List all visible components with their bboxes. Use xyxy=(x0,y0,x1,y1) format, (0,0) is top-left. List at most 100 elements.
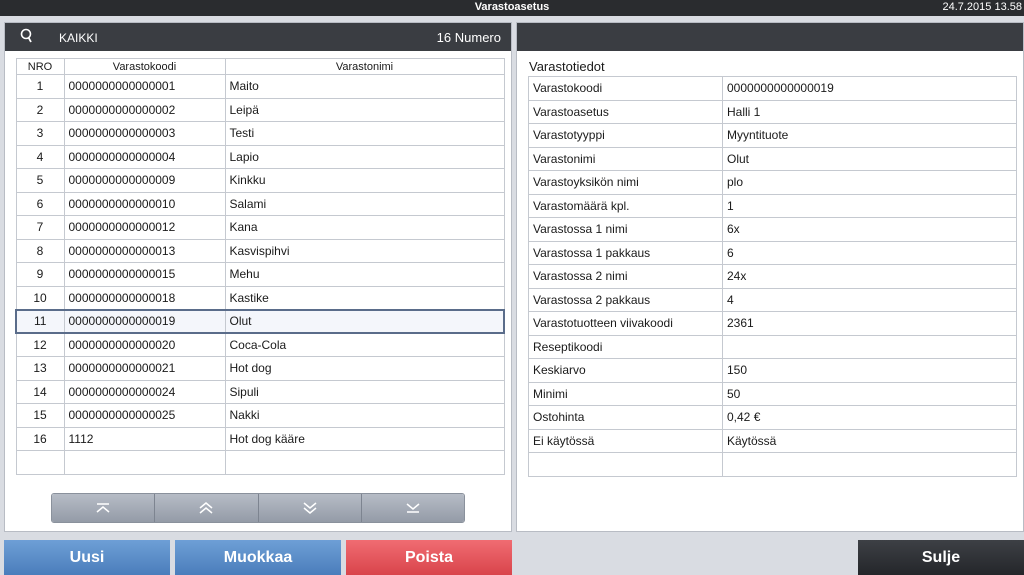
first-page-button[interactable] xyxy=(52,494,156,522)
detail-label: Keskiarvo xyxy=(528,358,723,383)
detail-row: Varastossa 2 pakkaus 4 xyxy=(528,287,1017,312)
cell-code: 0000000000000020 xyxy=(63,332,226,357)
delete-button[interactable]: Poista xyxy=(346,540,512,575)
column-header-name[interactable]: Varastonimi xyxy=(224,58,505,75)
detail-value: Käytössä xyxy=(722,428,1017,453)
detail-label: Varastossa 1 pakkaus xyxy=(528,240,723,265)
list-header: KAIKKI 16 Numero xyxy=(5,23,511,51)
table-row[interactable]: 15 0000000000000025 Nakki xyxy=(15,403,505,428)
table-row[interactable]: 12 0000000000000020 Coca-Cola xyxy=(15,332,505,357)
details-header xyxy=(517,23,1023,51)
table-row[interactable]: 2 0000000000000002 Leipä xyxy=(15,97,505,122)
detail-value: 24x xyxy=(722,264,1017,289)
store-list-panel: KAIKKI 16 Numero NRO Varastokoodi Varast… xyxy=(4,22,512,532)
table-row[interactable]: 8 0000000000000013 Kasvispihvi xyxy=(15,238,505,263)
edit-button[interactable]: Muokkaa xyxy=(175,540,341,575)
detail-value: plo xyxy=(722,170,1017,195)
detail-label: Minimi xyxy=(528,381,723,406)
cell-name: Testi xyxy=(224,121,505,146)
detail-value: 6x xyxy=(722,217,1017,242)
cell-nro: 7 xyxy=(15,215,65,240)
cell-name: Leipä xyxy=(224,97,505,122)
cell-name xyxy=(224,450,505,475)
title-bar: Varastoasetus 24.7.2015 13.58 xyxy=(0,0,1024,16)
sort-info[interactable]: 16 Numero xyxy=(437,30,501,45)
cell-code: 0000000000000024 xyxy=(63,379,226,404)
table-row[interactable]: 16 1112 Hot dog kääre xyxy=(15,426,505,451)
detail-value: Myyntituote xyxy=(722,123,1017,148)
table-row[interactable]: 11 0000000000000019 Olut xyxy=(15,308,505,334)
table-row[interactable]: 1 0000000000000001 Maito xyxy=(15,74,505,99)
detail-label: Varastoyksikön nimi xyxy=(528,170,723,195)
column-header-nro[interactable]: NRO xyxy=(15,58,65,75)
cell-name: Coca-Cola xyxy=(224,332,505,357)
cell-nro: 11 xyxy=(15,308,65,334)
detail-value: 150 xyxy=(722,358,1017,383)
cell-code: 0000000000000003 xyxy=(63,121,226,146)
detail-row: Varastotyyppi Myyntituote xyxy=(528,123,1017,148)
detail-row: Varastossa 1 nimi 6x xyxy=(528,217,1017,242)
filter-label: KAIKKI xyxy=(59,31,98,45)
table-row[interactable]: 4 0000000000000004 Lapio xyxy=(15,144,505,169)
detail-row: Ei käytössä Käytössä xyxy=(528,428,1017,453)
pager xyxy=(51,493,465,523)
detail-label xyxy=(528,452,723,477)
cell-name: Sipuli xyxy=(224,379,505,404)
detail-value: 1 xyxy=(722,193,1017,218)
table-row-empty xyxy=(15,450,505,475)
details-table: Varastokoodi 0000000000000019 Varastoasetu… xyxy=(528,76,1017,477)
page-down-button[interactable] xyxy=(258,494,362,522)
cell-name: Hot dog xyxy=(224,356,505,381)
table-row[interactable]: 9 0000000000000015 Mehu xyxy=(15,262,505,287)
cell-code: 0000000000000010 xyxy=(63,191,226,216)
table-header-row: NRO Varastokoodi Varastonimi xyxy=(15,58,505,75)
cell-code: 0000000000000002 xyxy=(63,97,226,122)
detail-row: Varastossa 2 nimi 24x xyxy=(528,264,1017,289)
cell-nro: 16 xyxy=(15,426,65,451)
details-panel: Varastotiedot Varastokoodi 00000000000000… xyxy=(516,22,1024,532)
cell-nro: 5 xyxy=(15,168,65,193)
cell-code: 0000000000000004 xyxy=(63,144,226,169)
cell-nro: 12 xyxy=(15,332,65,357)
cell-name: Kana xyxy=(224,215,505,240)
table-row[interactable]: 14 0000000000000024 Sipuli xyxy=(15,379,505,404)
search-icon xyxy=(20,28,32,43)
cell-name: Lapio xyxy=(224,144,505,169)
detail-row: Varastoyksikön nimi plo xyxy=(528,170,1017,195)
cell-code: 0000000000000018 xyxy=(63,285,226,310)
detail-value: 4 xyxy=(722,287,1017,312)
table-row[interactable]: 6 0000000000000010 Salami xyxy=(15,191,505,216)
sort-label: Numero xyxy=(454,30,501,45)
store-table: NRO Varastokoodi Varastonimi 1 0000000000… xyxy=(15,58,505,475)
last-page-button[interactable] xyxy=(361,494,464,522)
cell-nro: 3 xyxy=(15,121,65,146)
detail-label: Varastossa 1 nimi xyxy=(528,217,723,242)
cell-name: Kasvispihvi xyxy=(224,238,505,263)
details-title: Varastotiedot xyxy=(529,59,605,74)
table-row[interactable]: 7 0000000000000012 Kana xyxy=(15,215,505,240)
detail-label: Varastomäärä kpl. xyxy=(528,193,723,218)
detail-label: Varastossa 2 pakkaus xyxy=(528,287,723,312)
table-row[interactable]: 3 0000000000000003 Testi xyxy=(15,121,505,146)
cell-code xyxy=(63,450,226,475)
detail-value: Olut xyxy=(722,146,1017,171)
detail-value xyxy=(722,334,1017,359)
detail-row: Varastonimi Olut xyxy=(528,146,1017,171)
close-button[interactable]: Sulje xyxy=(858,540,1024,575)
detail-row: Reseptikoodi xyxy=(528,334,1017,359)
detail-row: Keskiarvo 150 xyxy=(528,358,1017,383)
detail-value: 0,42 € xyxy=(722,405,1017,430)
search-button[interactable] xyxy=(17,27,53,47)
page-up-button[interactable] xyxy=(155,494,259,522)
cell-code: 0000000000000021 xyxy=(63,356,226,381)
table-row[interactable]: 5 0000000000000009 Kinkku xyxy=(15,168,505,193)
new-button[interactable]: Uusi xyxy=(4,540,170,575)
cell-name: Kastike xyxy=(224,285,505,310)
cell-name: Olut xyxy=(224,308,505,334)
detail-row: Varastomäärä kpl. 1 xyxy=(528,193,1017,218)
table-row[interactable]: 10 0000000000000018 Kastike xyxy=(15,285,505,310)
table-row[interactable]: 13 0000000000000021 Hot dog xyxy=(15,356,505,381)
item-count: 16 xyxy=(436,30,452,45)
cell-nro xyxy=(15,450,65,475)
column-header-code[interactable]: Varastokoodi xyxy=(63,58,226,75)
